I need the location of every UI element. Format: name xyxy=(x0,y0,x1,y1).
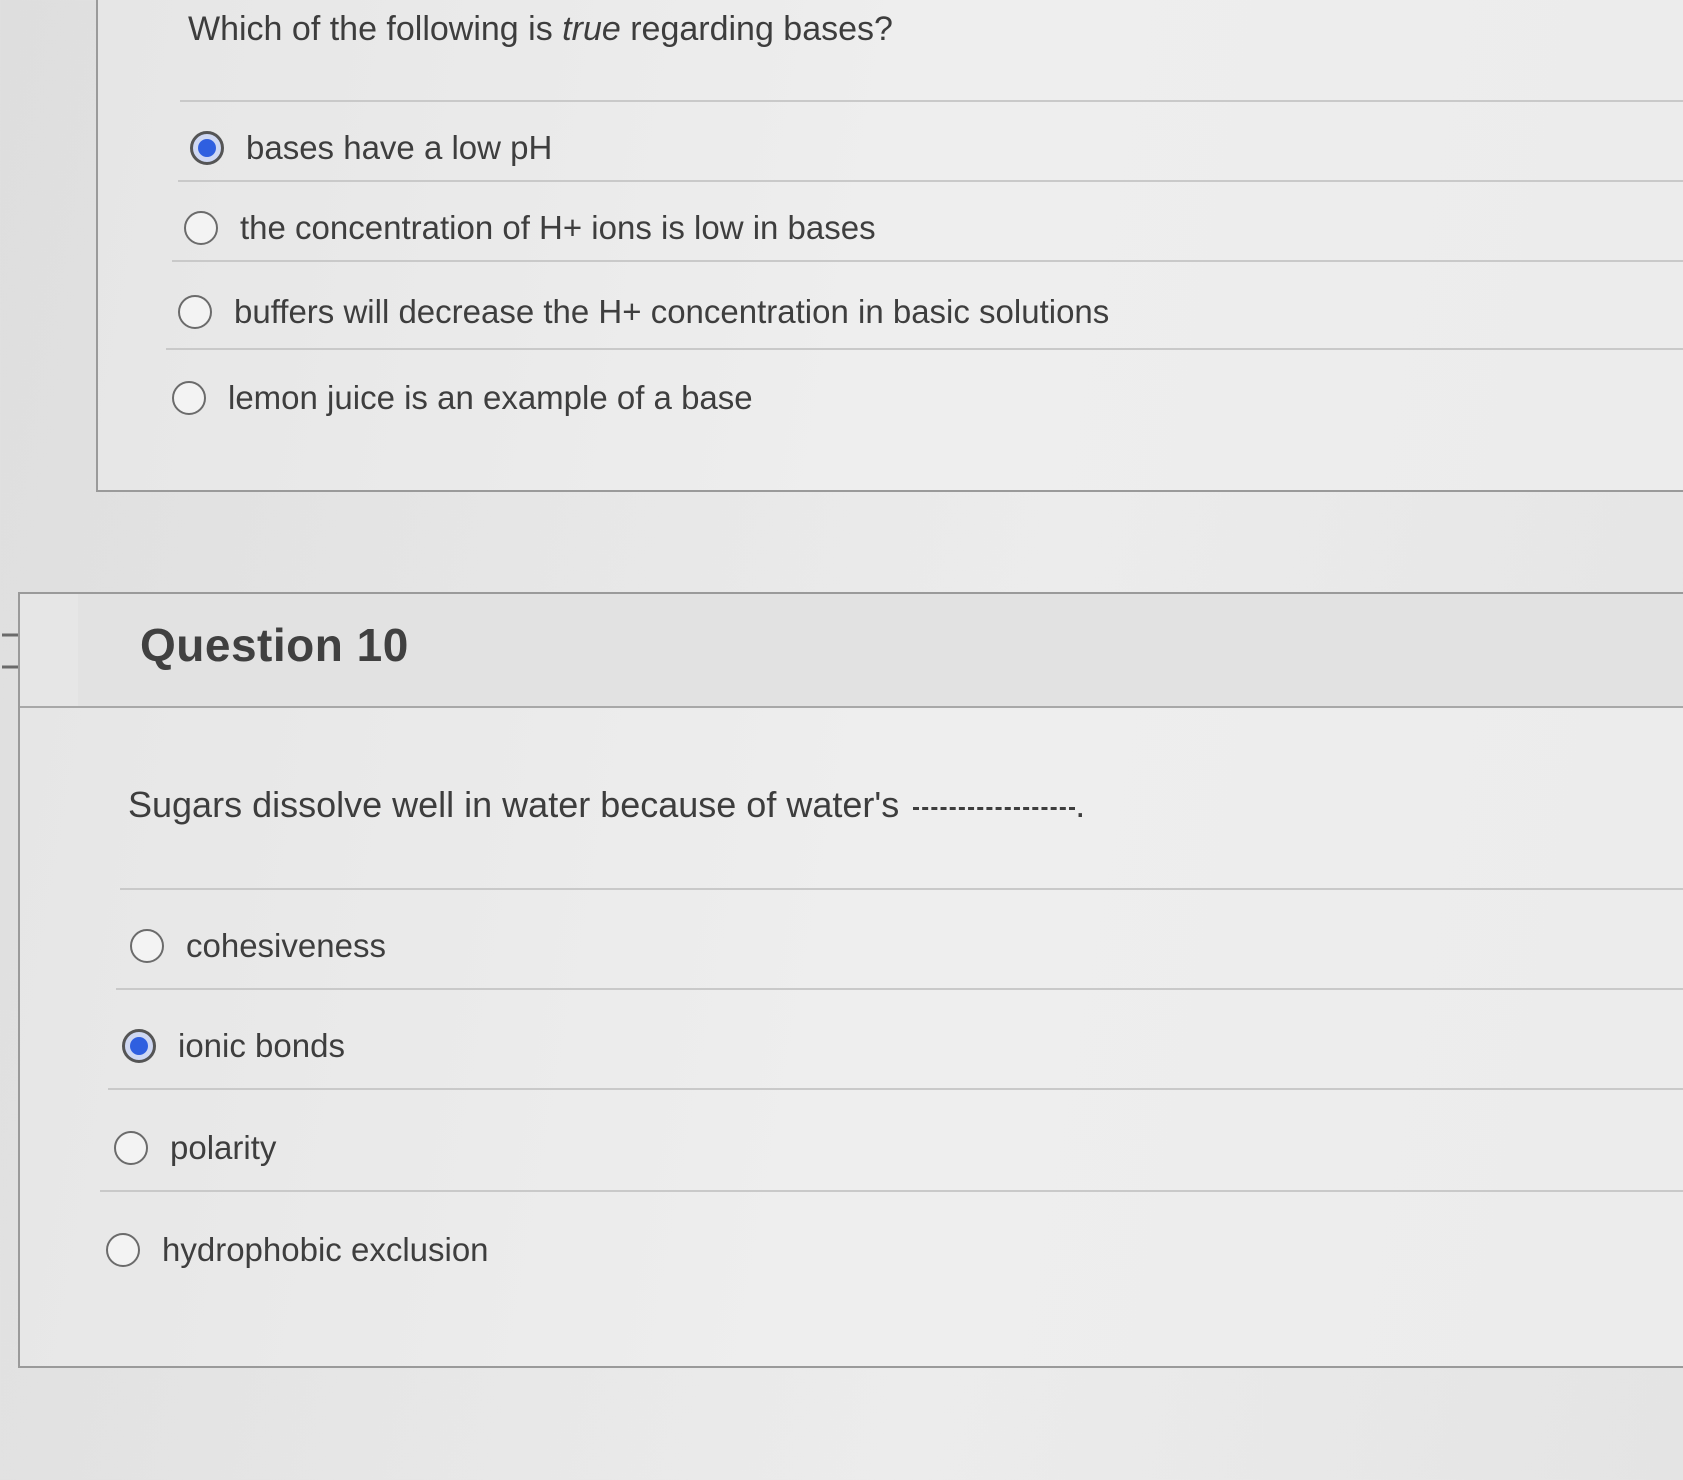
radio-unselected-icon[interactable] xyxy=(178,295,212,329)
answer-option[interactable]: bases have a low pH xyxy=(190,122,552,174)
answer-option-label: buffers will decrease the H+ concentrati… xyxy=(234,293,1110,330)
radio-selected-icon[interactable] xyxy=(190,131,224,165)
question-text: Sugars dissolve well in water because of… xyxy=(128,784,1085,826)
radio-selected-icon[interactable] xyxy=(122,1029,156,1063)
divider xyxy=(172,260,1683,262)
question-text-emphasis: true xyxy=(562,10,621,48)
divider xyxy=(108,1088,1683,1090)
radio-unselected-icon[interactable] xyxy=(106,1233,140,1267)
divider xyxy=(178,180,1683,182)
divider xyxy=(180,100,1683,102)
answer-option[interactable]: buffers will decrease the H+ concentrati… xyxy=(178,286,1109,338)
answer-option[interactable]: polarity xyxy=(114,1122,276,1174)
answer-option-label: cohesiveness xyxy=(186,927,386,964)
divider xyxy=(120,888,1683,890)
answer-option[interactable]: hydrophobic exclusion xyxy=(106,1224,489,1276)
question-title: Question 10 xyxy=(140,619,409,671)
divider xyxy=(100,1190,1683,1192)
answer-option-label: polarity xyxy=(170,1129,277,1166)
answer-option[interactable]: the concentration of H+ ions is low in b… xyxy=(184,202,876,254)
radio-unselected-icon[interactable] xyxy=(184,211,218,245)
answer-option-label: lemon juice is an example of a base xyxy=(228,379,753,416)
answer-option-label: ionic bonds xyxy=(178,1027,345,1064)
question-text-end: . xyxy=(1075,784,1086,825)
question-text-part: regarding bases? xyxy=(620,10,893,48)
answer-option[interactable]: ionic bonds xyxy=(122,1020,345,1072)
answer-option-label: bases have a low pH xyxy=(246,129,553,166)
question-10-card: Question 10 Sugars dissolve well in wate… xyxy=(18,592,1683,1368)
divider xyxy=(116,988,1683,990)
answer-option-label: hydrophobic exclusion xyxy=(162,1231,489,1268)
divider xyxy=(166,348,1683,350)
answer-option[interactable]: lemon juice is an example of a base xyxy=(172,372,753,424)
question-header: Question 10 xyxy=(78,594,1683,708)
question-text: Which of the following is true regarding… xyxy=(188,10,893,49)
answer-option-label: the concentration of H+ ions is low in b… xyxy=(240,209,876,246)
radio-unselected-icon[interactable] xyxy=(172,381,206,415)
radio-unselected-icon[interactable] xyxy=(130,929,164,963)
radio-unselected-icon[interactable] xyxy=(114,1131,148,1165)
question-text-body: Sugars dissolve well in water because of… xyxy=(128,784,900,825)
fill-in-blank xyxy=(913,805,1076,810)
answer-option[interactable]: cohesiveness xyxy=(130,920,386,972)
previous-question-card: Which of the following is true regarding… xyxy=(96,0,1683,492)
question-text-part: Which of the following is xyxy=(188,10,563,48)
question-header-spacer xyxy=(20,594,78,708)
